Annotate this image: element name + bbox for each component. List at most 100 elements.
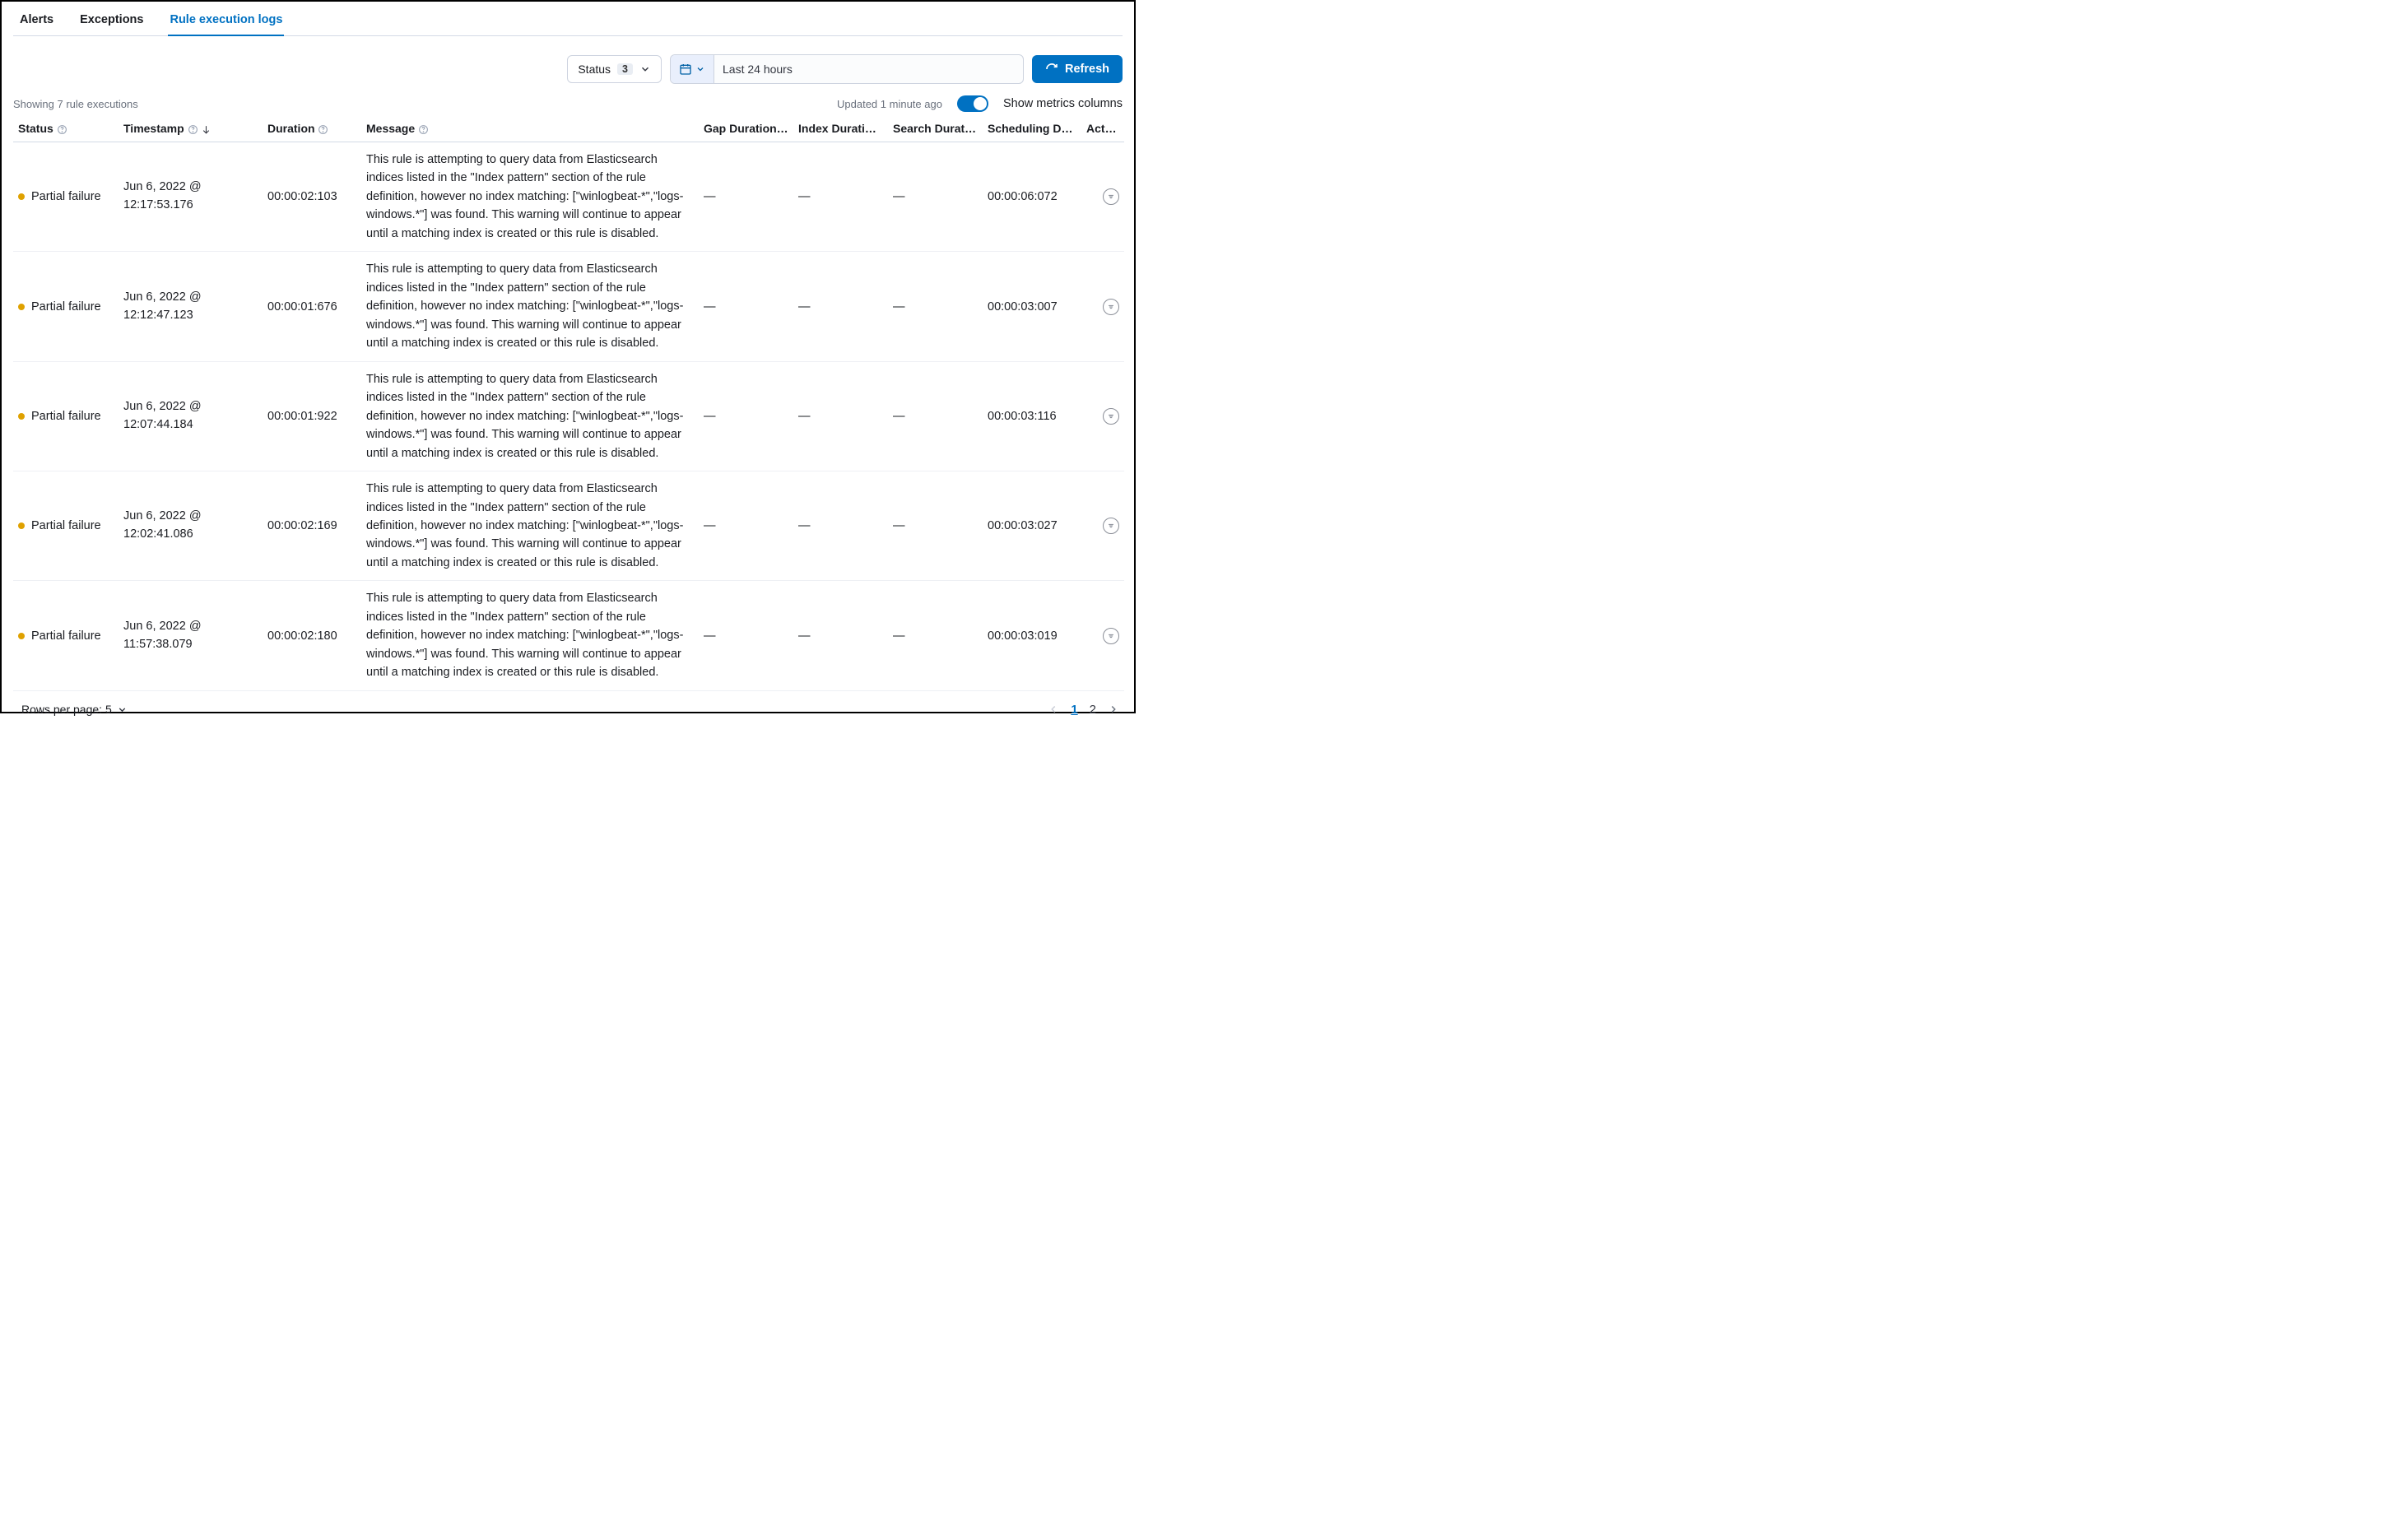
- table-footer: Rows per page: 5 1 2: [13, 691, 1123, 720]
- row-action-button[interactable]: [1103, 408, 1119, 425]
- status-filter-label: Status: [578, 63, 611, 76]
- index-dur-text: —: [793, 252, 888, 361]
- status-dot-icon: [18, 193, 25, 200]
- row-action-button[interactable]: [1103, 518, 1119, 534]
- help-icon[interactable]: [318, 124, 328, 135]
- refresh-label: Refresh: [1065, 63, 1109, 76]
- status-text: Partial failure: [31, 629, 101, 643]
- table-row: Partial failure Jun 6, 2022 @ 12:17:53.1…: [13, 142, 1124, 252]
- search-dur-text: —: [888, 252, 983, 361]
- chevron-down-icon: [639, 63, 651, 75]
- help-icon[interactable]: [418, 124, 429, 135]
- toolbar: Status 3 Last 24 hours Refresh: [13, 54, 1123, 84]
- timestamp-text: Jun 6, 2022 @ 11:57:38.079: [123, 618, 258, 654]
- status-dot-icon: [18, 413, 25, 420]
- sched-text: 00:00:03:019: [983, 581, 1081, 690]
- chevron-down-icon: [117, 704, 128, 715]
- tab-alerts[interactable]: Alerts: [18, 5, 55, 36]
- status-dot-icon: [18, 522, 25, 529]
- date-picker[interactable]: Last 24 hours: [670, 54, 1024, 84]
- col-status[interactable]: Status: [13, 117, 119, 142]
- sched-text: 00:00:03:116: [983, 361, 1081, 471]
- help-icon[interactable]: [188, 124, 198, 135]
- updated-text: Updated 1 minute ago: [837, 98, 942, 110]
- tabs: Alerts Exceptions Rule execution logs: [13, 5, 1123, 36]
- help-icon[interactable]: [1076, 124, 1081, 135]
- status-dot-icon: [18, 633, 25, 639]
- timestamp-text: Jun 6, 2022 @ 12:02:41.086: [123, 508, 258, 544]
- sched-text: 00:00:03:027: [983, 471, 1081, 581]
- col-search-duration[interactable]: Search Durat…: [888, 117, 983, 142]
- search-dur-text: —: [888, 471, 983, 581]
- rows-per-page-label: Rows per page: 5: [21, 703, 112, 716]
- row-action-button[interactable]: [1103, 628, 1119, 644]
- page-2[interactable]: 2: [1090, 703, 1096, 717]
- calendar-icon: [679, 63, 692, 76]
- help-icon[interactable]: [57, 124, 67, 135]
- table-row: Partial failure Jun 6, 2022 @ 12:02:41.0…: [13, 471, 1124, 581]
- status-count-badge: 3: [617, 63, 633, 75]
- status-filter[interactable]: Status 3: [567, 55, 662, 83]
- calendar-button[interactable]: [671, 55, 714, 83]
- status-text: Partial failure: [31, 300, 101, 313]
- message-text: This rule is attempting to query data fr…: [366, 370, 694, 462]
- rows-per-page[interactable]: Rows per page: 5: [21, 703, 128, 716]
- duration-text: 00:00:02:180: [263, 581, 361, 690]
- info-row: Showing 7 rule executions Updated 1 minu…: [13, 95, 1123, 112]
- show-metrics-toggle[interactable]: [957, 95, 988, 112]
- execution-log-table: Status Timestamp Duration: [13, 117, 1124, 691]
- table-row: Partial failure Jun 6, 2022 @ 12:07:44.1…: [13, 361, 1124, 471]
- tab-exceptions[interactable]: Exceptions: [78, 5, 145, 36]
- message-text: This rule is attempting to query data fr…: [366, 260, 694, 352]
- duration-text: 00:00:01:922: [263, 361, 361, 471]
- tab-rule-execution-logs[interactable]: Rule execution logs: [168, 5, 284, 36]
- help-icon[interactable]: [882, 124, 888, 135]
- refresh-button[interactable]: Refresh: [1032, 55, 1123, 83]
- index-dur-text: —: [793, 142, 888, 252]
- message-text: This rule is attempting to query data fr…: [366, 151, 694, 243]
- prev-page[interactable]: [1048, 704, 1059, 715]
- col-gap-duration[interactable]: Gap Duration: [699, 117, 793, 142]
- next-page[interactable]: [1108, 704, 1119, 715]
- gap-text: —: [699, 252, 793, 361]
- table-row: Partial failure Jun 6, 2022 @ 11:57:38.0…: [13, 581, 1124, 690]
- gap-text: —: [699, 142, 793, 252]
- timestamp-text: Jun 6, 2022 @ 12:12:47.123: [123, 289, 258, 325]
- gap-text: —: [699, 361, 793, 471]
- message-text: This rule is attempting to query data fr…: [366, 589, 694, 681]
- index-dur-text: —: [793, 581, 888, 690]
- col-message[interactable]: Message: [361, 117, 699, 142]
- status-dot-icon: [18, 304, 25, 310]
- sort-desc-icon: [201, 124, 212, 135]
- sched-text: 00:00:03:007: [983, 252, 1081, 361]
- search-dur-text: —: [888, 142, 983, 252]
- status-text: Partial failure: [31, 519, 101, 532]
- search-dur-text: —: [888, 361, 983, 471]
- search-dur-text: —: [888, 581, 983, 690]
- show-metrics-label: Show metrics columns: [1003, 97, 1123, 110]
- status-text: Partial failure: [31, 410, 101, 423]
- col-duration[interactable]: Duration: [263, 117, 361, 142]
- message-text: This rule is attempting to query data fr…: [366, 480, 694, 572]
- index-dur-text: —: [793, 361, 888, 471]
- gap-text: —: [699, 581, 793, 690]
- sched-text: 00:00:06:072: [983, 142, 1081, 252]
- page-1[interactable]: 1: [1071, 703, 1077, 717]
- index-dur-text: —: [793, 471, 888, 581]
- col-timestamp[interactable]: Timestamp: [119, 117, 263, 142]
- showing-count: Showing 7 rule executions: [13, 98, 138, 110]
- duration-text: 00:00:01:676: [263, 252, 361, 361]
- gap-text: —: [699, 471, 793, 581]
- table-row: Partial failure Jun 6, 2022 @ 12:12:47.1…: [13, 252, 1124, 361]
- date-range-value[interactable]: Last 24 hours: [714, 55, 1023, 83]
- status-text: Partial failure: [31, 190, 101, 203]
- col-index-duration[interactable]: Index Duration: [793, 117, 888, 142]
- pagination: 1 2: [1048, 703, 1119, 717]
- duration-text: 00:00:02:103: [263, 142, 361, 252]
- col-scheduling-delay[interactable]: Scheduling D…: [983, 117, 1081, 142]
- row-action-button[interactable]: [1103, 299, 1119, 315]
- row-action-button[interactable]: [1103, 188, 1119, 205]
- refresh-icon: [1045, 63, 1058, 76]
- help-icon[interactable]: [979, 124, 983, 135]
- chevron-down-icon: [695, 64, 705, 74]
